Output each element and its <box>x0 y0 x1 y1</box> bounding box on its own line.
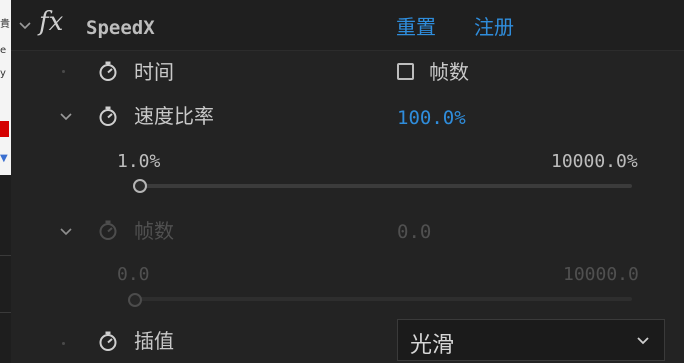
frames-slider-knob <box>128 293 142 307</box>
edge-red-marker <box>0 121 9 137</box>
stopwatch-icon[interactable] <box>97 105 119 127</box>
slider-min-label: 1.0% <box>117 151 161 172</box>
interpolation-dropdown[interactable]: 光滑 <box>397 319 665 361</box>
speed-ratio-slider-knob[interactable] <box>133 179 147 193</box>
effect-header: fx SpeedX 重置 注册 <box>11 0 684 51</box>
reset-link[interactable]: 重置 <box>396 16 436 38</box>
chevron-down-icon[interactable] <box>19 20 31 32</box>
underlying-panel-edge: 貴 e y ▼ <box>0 0 11 175</box>
speed-ratio-slider-track[interactable] <box>134 184 632 188</box>
property-label-time: 时间 <box>134 60 174 84</box>
frames-slider-min-label: 0.0 <box>117 264 150 285</box>
register-link[interactable]: 注册 <box>474 16 514 38</box>
property-label-speed-ratio: 速度比率 <box>134 104 214 128</box>
effect-name: SpeedX <box>86 17 155 39</box>
interpolation-selected-value: 光滑 <box>410 333 455 358</box>
chevron-down-icon[interactable] <box>60 226 72 238</box>
edge-text: e <box>0 45 7 56</box>
property-label-interpolation: 插值 <box>134 329 174 353</box>
frames-checkbox[interactable] <box>397 63 414 80</box>
edge-text: 貴 <box>0 19 10 30</box>
slider-max-label: 10000.0% <box>551 151 638 172</box>
frames-value: 0.0 <box>397 221 432 243</box>
chevron-down-icon[interactable] <box>60 111 72 123</box>
keyframe-dot <box>62 342 65 345</box>
fx-icon[interactable]: fx <box>39 9 63 35</box>
stopwatch-icon <box>97 219 119 241</box>
chevron-down-icon[interactable] <box>636 334 650 348</box>
stopwatch-icon[interactable] <box>97 60 119 82</box>
underlying-panel-edge-lower <box>0 175 11 363</box>
property-label-frames: 帧数 <box>134 219 174 243</box>
speed-ratio-value[interactable]: 100.0% <box>397 107 466 129</box>
frames-checkbox-label: 帧数 <box>429 60 469 84</box>
keyframe-dot <box>62 70 65 73</box>
edge-text: y <box>0 68 6 79</box>
edge-triangle-icon: ▼ <box>0 153 8 164</box>
stopwatch-icon[interactable] <box>97 330 119 352</box>
frames-slider-max-label: 10000.0 <box>563 264 639 285</box>
frames-slider-track <box>134 297 632 301</box>
